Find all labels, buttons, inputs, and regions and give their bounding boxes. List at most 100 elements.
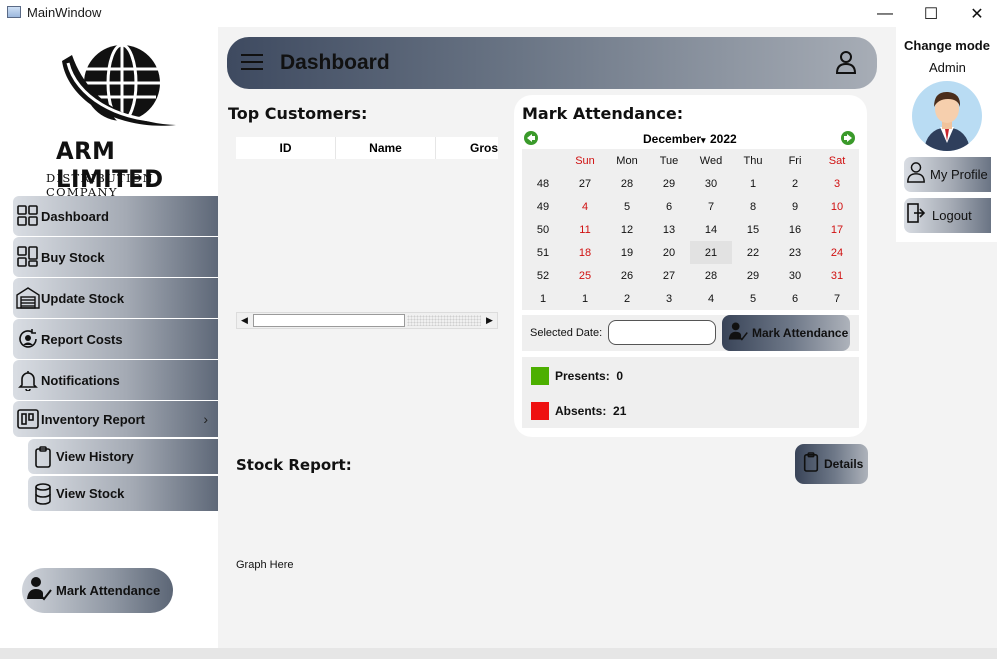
calendar-day[interactable]: 30 (774, 264, 816, 287)
mark-attendance-button-label: Mark Attendance (752, 326, 849, 340)
calendar-day[interactable]: 17 (816, 218, 858, 241)
calendar-day[interactable]: 23 (774, 241, 816, 264)
calendar-day[interactable]: 27 (564, 172, 606, 195)
calendar-day[interactable]: 6 (774, 287, 816, 310)
close-button[interactable]: ✕ (954, 0, 997, 27)
calendar-day[interactable]: 18 (564, 241, 606, 264)
sidebar-item-dashboard[interactable]: Dashboard (13, 196, 218, 236)
sidebar-item-buy-stock[interactable]: Buy Stock (13, 237, 218, 277)
calendar-day[interactable]: 19 (606, 241, 648, 264)
title-bar: MainWindow — ☐ ✕ (0, 0, 997, 27)
scrollbar-track[interactable] (407, 315, 481, 326)
scroll-left-arrow-icon[interactable]: ◀ (237, 314, 252, 327)
weekday-header: Sun (575, 154, 595, 167)
attendance-stats: Presents: 0 Absents: 21 (522, 357, 859, 428)
hamburger-menu-icon[interactable] (241, 54, 263, 72)
minimize-button[interactable]: — (862, 0, 908, 27)
clipboard-icon (30, 444, 56, 470)
database-icon (30, 481, 56, 507)
calendar-day[interactable]: 5 (606, 195, 648, 218)
calendar-day[interactable]: 22 (732, 241, 774, 264)
selected-date-input[interactable] (608, 320, 716, 345)
calendar-day[interactable]: 7 (816, 287, 858, 310)
calendar-day[interactable]: 6 (648, 195, 690, 218)
next-month-icon[interactable] (841, 131, 855, 145)
clipboard-icon (802, 451, 820, 478)
sidebar-mark-attendance-button[interactable]: Mark Attendance (22, 568, 173, 613)
calendar-day[interactable]: 24 (816, 241, 858, 264)
sidebar-item-label: Update Stock (41, 290, 125, 306)
calendar-day[interactable]: 7 (690, 195, 732, 218)
calendar-day[interactable]: 27 (648, 264, 690, 287)
calendar-day[interactable]: 21 (690, 241, 732, 264)
profile-panel: Change mode Admin My Profile Logout (896, 27, 997, 242)
user-icon[interactable] (835, 50, 857, 79)
calendar-day[interactable]: 11 (564, 218, 606, 241)
calendar-day[interactable]: 15 (732, 218, 774, 241)
calendar-day[interactable]: 10 (816, 195, 858, 218)
logout-button[interactable]: Logout (904, 198, 991, 233)
column-header-name[interactable]: Name (336, 137, 436, 159)
user-check-icon (728, 321, 748, 346)
prev-month-icon[interactable] (524, 131, 538, 145)
calendar-day[interactable]: 1 (732, 172, 774, 195)
logout-label: Logout (932, 208, 972, 223)
sidebar-item-view-stock[interactable]: View Stock (28, 476, 218, 511)
weekday-header: Wed (699, 154, 723, 167)
change-mode-button[interactable]: Change mode (904, 38, 990, 53)
scroll-right-arrow-icon[interactable]: ▶ (482, 314, 497, 327)
week-number: 1 (522, 287, 564, 310)
sidebar-item-label: Dashboard (41, 208, 109, 224)
calendar-month-select[interactable]: December▾ (643, 132, 706, 146)
calendar-day[interactable]: 26 (606, 264, 648, 287)
sidebar-item-update-stock[interactable]: Update Stock (13, 278, 218, 318)
scrollbar-thumb[interactable] (253, 314, 405, 327)
calendar-day[interactable]: 5 (732, 287, 774, 310)
presents-label: Presents: (555, 369, 610, 383)
absents-stat: Absents: 21 (531, 402, 626, 420)
calendar-day[interactable]: 8 (732, 195, 774, 218)
company-logo: ARM LIMITED DISTRIBUTION COMPANY (40, 41, 200, 199)
mark-attendance-label: Mark Attendance (56, 583, 161, 598)
calendar-day[interactable]: 29 (732, 264, 774, 287)
my-profile-button[interactable]: My Profile (904, 157, 991, 192)
calendar-day[interactable]: 13 (648, 218, 690, 241)
calendar-day[interactable]: 16 (774, 218, 816, 241)
cost-icon (15, 326, 41, 352)
calendar-day[interactable]: 3 (816, 172, 858, 195)
calendar-day[interactable]: 28 (606, 172, 648, 195)
calendar-day[interactable]: 31 (816, 264, 858, 287)
calendar-day[interactable]: 3 (648, 287, 690, 310)
sidebar-item-notifications[interactable]: Notifications (13, 360, 218, 400)
mark-attendance-button[interactable]: Mark Attendance (722, 315, 850, 351)
sidebar-item-report-costs[interactable]: Report Costs (13, 319, 218, 359)
maximize-button[interactable]: ☐ (908, 0, 954, 27)
calendar-day[interactable]: 14 (690, 218, 732, 241)
calendar-day[interactable]: 4 (690, 287, 732, 310)
calendar-day[interactable]: 9 (774, 195, 816, 218)
details-button[interactable]: Details (795, 444, 868, 484)
column-header-id[interactable]: ID (236, 137, 336, 159)
column-header-gross[interactable]: Gross (436, 137, 498, 159)
top-customers-title: Top Customers: (228, 104, 368, 123)
sidebar-item-view-history[interactable]: View History (28, 439, 218, 474)
my-profile-label: My Profile (930, 167, 988, 182)
calendar-day[interactable]: 2 (606, 287, 648, 310)
calendar-day[interactable]: 4 (564, 195, 606, 218)
sidebar-item-inventory-report[interactable]: Inventory Report › (13, 401, 218, 437)
calendar-nav: December▾ 2022 (522, 128, 859, 149)
calendar-day[interactable]: 28 (690, 264, 732, 287)
week-number: 51 (522, 241, 564, 264)
mark-attendance-title: Mark Attendance: (522, 104, 684, 123)
calendar-day[interactable]: 2 (774, 172, 816, 195)
calendar-day[interactable]: 20 (648, 241, 690, 264)
calendar-day[interactable]: 30 (690, 172, 732, 195)
calendar-day[interactable]: 29 (648, 172, 690, 195)
header-bar: Dashboard (227, 37, 877, 89)
calendar-day[interactable]: 1 (564, 287, 606, 310)
calendar-year[interactable]: 2022 (710, 132, 737, 146)
horizontal-scrollbar[interactable]: ◀ ▶ (236, 312, 498, 329)
calendar-day[interactable]: 12 (606, 218, 648, 241)
calendar-day[interactable]: 25 (564, 264, 606, 287)
grid-icon (15, 203, 41, 229)
